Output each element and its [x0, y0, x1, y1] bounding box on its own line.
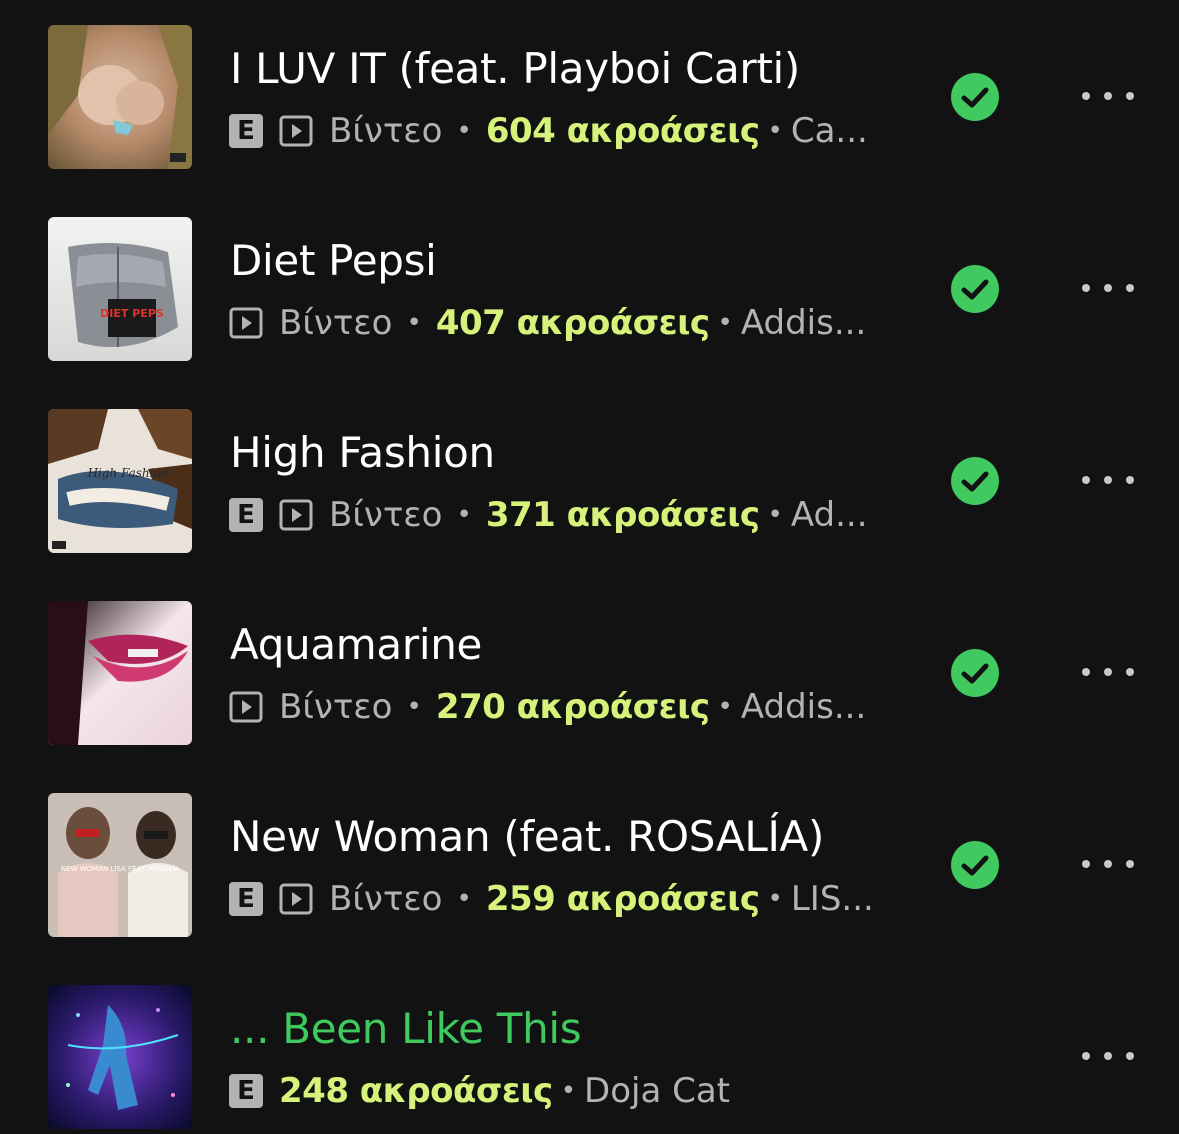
- artist-name: Doja Cat: [584, 1071, 731, 1111]
- explicit-badge: E: [229, 114, 263, 148]
- explicit-badge: E: [229, 882, 263, 916]
- play-square-icon: [279, 882, 313, 916]
- art-caption: DIET PEPS: [100, 307, 164, 320]
- explicit-badge: E: [229, 1074, 263, 1108]
- album-art: [48, 601, 192, 745]
- track-title: Diet Pepsi: [230, 236, 437, 285]
- separator-dot: •: [767, 500, 783, 530]
- track-meta: Βίντεο • 407 ακροάσεις • Addis...: [229, 298, 866, 348]
- play-square-icon: [229, 306, 263, 340]
- more-options-button[interactable]: [1082, 277, 1134, 299]
- check-circle-icon[interactable]: [950, 840, 1000, 890]
- track-meta: E Βίντεο • 259 ακροάσεις • LIS...: [229, 874, 874, 924]
- more-options-button[interactable]: [1082, 469, 1134, 491]
- play-count: 259 ακροάσεις: [485, 879, 760, 919]
- more-options-button[interactable]: [1082, 661, 1134, 683]
- more-options-button[interactable]: [1082, 853, 1134, 875]
- play-count: 270 ακροάσεις: [435, 687, 710, 727]
- artist-name: Ca...: [790, 111, 868, 151]
- separator-dot: •: [456, 500, 472, 530]
- video-label: Βίντεο: [329, 111, 443, 151]
- artist-name: Ad...: [790, 495, 868, 535]
- separator-dot: •: [767, 116, 783, 146]
- track-row[interactable]: DIET PEPS Diet Pepsi Βίντεο • 407 ακροάσ…: [0, 192, 1179, 384]
- track-title: New Woman (feat. ROSALÍA): [230, 812, 825, 861]
- separator-dot: •: [406, 308, 422, 338]
- play-count: 248 ακροάσεις: [279, 1071, 553, 1111]
- track-title: High Fashion: [230, 428, 495, 477]
- track-meta: E Βίντεο • 371 ακροάσεις • Ad...: [229, 490, 868, 540]
- album-art: High Fashion: [48, 409, 192, 553]
- track-meta: E Βίντεο • 604 ακροάσεις • Ca...: [229, 106, 868, 156]
- video-label: Βίντεο: [329, 879, 443, 919]
- check-circle-icon[interactable]: [950, 456, 1000, 506]
- separator-dot: •: [406, 692, 422, 722]
- art-caption: NEW WOMAN LISA FEAT. ROSALÍA: [61, 864, 179, 873]
- track-title: I LUV IT (feat. Playboi Carti): [230, 44, 800, 93]
- artist-name: Addis...: [740, 303, 867, 343]
- album-art: NEW WOMAN LISA FEAT. ROSALÍA: [48, 793, 192, 937]
- separator-dot: •: [456, 884, 472, 914]
- album-art: DIET PEPS: [48, 217, 192, 361]
- art-caption: High Fashion: [87, 466, 169, 480]
- play-square-icon: [279, 114, 313, 148]
- track-title: ... Been Like This: [230, 1004, 582, 1053]
- track-list: I LUV IT (feat. Playboi Carti) E Βίντεο …: [0, 0, 1179, 1134]
- play-count: 604 ακροάσεις: [485, 111, 760, 151]
- track-row[interactable]: ... Been Like This E 248 ακροάσεις • Doj…: [0, 960, 1179, 1134]
- check-circle-icon[interactable]: [950, 72, 1000, 122]
- play-count: 407 ακροάσεις: [435, 303, 710, 343]
- track-row[interactable]: NEW WOMAN LISA FEAT. ROSALÍA New Woman (…: [0, 768, 1179, 960]
- album-art: [48, 25, 192, 169]
- play-count: 371 ακροάσεις: [485, 495, 760, 535]
- play-square-icon: [279, 498, 313, 532]
- video-label: Βίντεο: [279, 303, 393, 343]
- album-art: [48, 985, 192, 1129]
- separator-dot: •: [456, 116, 472, 146]
- more-options-button[interactable]: [1082, 1045, 1134, 1067]
- explicit-badge: E: [229, 498, 263, 532]
- check-circle-icon[interactable]: [950, 648, 1000, 698]
- artist-name: LIS...: [790, 879, 874, 919]
- separator-dot: •: [767, 884, 783, 914]
- more-options-button[interactable]: [1082, 85, 1134, 107]
- track-row[interactable]: I LUV IT (feat. Playboi Carti) E Βίντεο …: [0, 0, 1179, 192]
- video-label: Βίντεο: [329, 495, 443, 535]
- play-square-icon: [229, 690, 263, 724]
- artist-name: Addis...: [740, 687, 867, 727]
- video-label: Βίντεο: [279, 687, 393, 727]
- track-meta: Βίντεο • 270 ακροάσεις • Addis...: [229, 682, 866, 732]
- track-row[interactable]: Aquamarine Βίντεο • 270 ακροάσεις • Addi…: [0, 576, 1179, 768]
- separator-dot: •: [560, 1076, 577, 1106]
- track-row[interactable]: High Fashion High Fashion E Βίντεο • 371…: [0, 384, 1179, 576]
- track-title: Aquamarine: [230, 620, 483, 669]
- check-circle-icon[interactable]: [950, 264, 1000, 314]
- track-meta: E 248 ακροάσεις • Doja Cat: [229, 1066, 730, 1116]
- separator-dot: •: [717, 692, 733, 722]
- separator-dot: •: [717, 308, 733, 338]
